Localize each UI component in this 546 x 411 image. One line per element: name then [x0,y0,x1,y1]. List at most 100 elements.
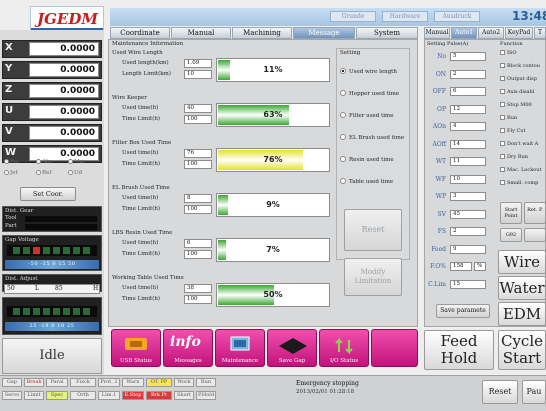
param-field[interactable]: 10 [450,174,486,184]
messages-button[interactable]: info Messages [163,329,213,367]
g92-button[interactable]: G92 [500,228,522,242]
save-gap-button[interactable]: Save Gap [267,329,317,367]
tab-right-manual[interactable]: Manual [424,27,450,39]
function-checkbox[interactable]: Dry Run [500,154,528,160]
unlabeled-small-button[interactable] [524,228,546,242]
param-field[interactable]: 4 [450,122,486,131]
used-value-field[interactable]: 40 [184,104,212,113]
function-list: ISO Block contou Output disp Axis disabl Sto… [500,50,546,200]
tab-system[interactable]: System [356,27,418,39]
group-title: EL Brush Used Time [112,185,170,191]
top-button-1[interactable]: Grunde [330,11,376,22]
function-checkbox[interactable]: Mac. Lockout [500,167,541,173]
function-label: Output disp [507,76,537,82]
reset-limit-button[interactable]: Reset [344,209,402,251]
param-field[interactable]: 2 [450,69,486,79]
function-checkbox[interactable]: Block contou [500,63,540,69]
cycle-start-button[interactable]: Cycle Start [498,330,546,370]
io-status-button[interactable]: I/O Status [319,329,369,367]
used-value-field[interactable]: 1.09 [184,59,212,68]
param-label: F.O% [430,263,446,270]
coord-radio-ref[interactable]: Ref [36,170,51,176]
function-label: Dry Run [507,154,529,160]
coord-radio-mac[interactable]: Mac [68,159,86,165]
limit-value-field[interactable]: 100 [184,250,212,259]
tab-right-auto2[interactable]: Auto2 [478,27,504,39]
return-point-button[interactable]: Ret. P. [524,202,546,224]
setting-option[interactable]: Filter used time [340,112,394,119]
tab-right-keypad[interactable]: KeyPad [505,27,533,39]
tab-message[interactable]: Message [293,27,355,39]
param-field[interactable]: 3 [450,192,486,201]
limit-value-field[interactable]: 100 [184,160,212,169]
function-checkbox[interactable]: Small. comp [500,180,538,186]
axis-z: Z 0.0000 [2,82,102,100]
usage-progress-bar: 63% [216,103,330,127]
maintenance-button[interactable]: Maintenance [215,329,265,367]
setting-option[interactable]: Hopper used time [340,90,399,97]
function-label: Run [507,115,518,121]
coord-radio-rel[interactable]: Rel [4,159,19,165]
tab-coordinate[interactable]: Coordinate [110,27,170,39]
param-label: WF [435,175,446,183]
pause-button[interactable]: Pau [522,380,546,404]
tab-right-t[interactable]: T [534,27,546,39]
limit-value-field[interactable]: 10 [184,70,212,79]
param-field[interactable]: 15 [450,279,486,289]
tab-manual[interactable]: Manual [171,27,231,39]
param-field[interactable]: 158 [450,262,472,271]
usb-status-button[interactable]: USB Status [111,329,161,367]
function-checkbox[interactable]: Fly Cut [500,128,526,134]
function-checkbox[interactable]: ISO [500,50,517,56]
limit-value-field[interactable]: 100 [184,205,212,214]
coord-radio-abs[interactable]: Abs [36,159,52,165]
function-checkbox[interactable]: Don't wait A [500,141,538,147]
set-coor-button[interactable]: Set Coor. [20,187,76,201]
limit-value-field[interactable]: 100 [184,295,212,304]
param-field[interactable]: 5 [450,52,486,61]
blank-pink-button[interactable] [371,329,418,367]
limit-label: Time Limit(h) [122,296,161,302]
param-field[interactable]: 2 [450,227,486,236]
modify-limitation-button[interactable]: Modify Limitation [344,258,402,296]
top-button-2[interactable]: Hardware [382,11,428,22]
dist-adjust-row[interactable]: 50 L 85 H [4,284,100,294]
used-value-field[interactable]: 6 [184,239,212,248]
setting-option[interactable]: EL Brush used time [340,134,404,141]
water-button[interactable]: Water [498,276,546,300]
tab-machining[interactable]: Machining [232,27,292,39]
start-point-button[interactable]: Start Point [500,202,522,224]
save-parameter-button[interactable]: Save paramete [436,304,490,318]
tab-right-auto1[interactable]: Auto1 [451,27,477,39]
function-checkbox[interactable]: Output disp [500,76,537,82]
param-field[interactable]: 6 [450,87,486,96]
function-checkbox[interactable]: Stop M00 [500,102,532,108]
limit-value-field[interactable]: 100 [184,115,212,124]
feed-hold-button[interactable]: Feed Hold [424,330,494,370]
status-indicator: Gap [2,378,22,387]
used-value-field[interactable]: 76 [184,149,212,158]
function-checkbox[interactable]: Run [500,115,517,121]
used-value-field[interactable]: 8 [184,194,212,203]
radio-icon [340,90,346,96]
setting-option[interactable]: Resin used time [340,156,394,163]
function-checkbox[interactable]: Axis disabl [500,89,534,95]
radio-icon [340,68,346,74]
param-field[interactable]: 12 [450,104,486,114]
top-button-3[interactable]: Ausdruck [434,11,480,22]
status-message: Emergency stopping [296,380,359,387]
param-field[interactable]: 9 [450,244,486,254]
reset-button[interactable]: Reset [482,380,518,404]
param-field[interactable]: 45 [450,209,486,219]
setting-option[interactable]: Used wire length [340,68,397,75]
setting-option[interactable]: Table used time [340,178,393,185]
coord-radio-jet[interactable]: Jet [4,170,18,176]
edm-button[interactable]: EDM [498,302,546,326]
checkbox-icon [500,63,505,68]
param-field[interactable]: 11 [450,157,486,166]
wire-button[interactable]: Wire [498,250,546,274]
param-field[interactable]: 14 [450,139,486,149]
coord-radio-ud[interactable]: Ud [68,170,82,176]
group-title: Filter Box Used Time [112,140,172,146]
used-value-field[interactable]: 38 [184,284,212,293]
